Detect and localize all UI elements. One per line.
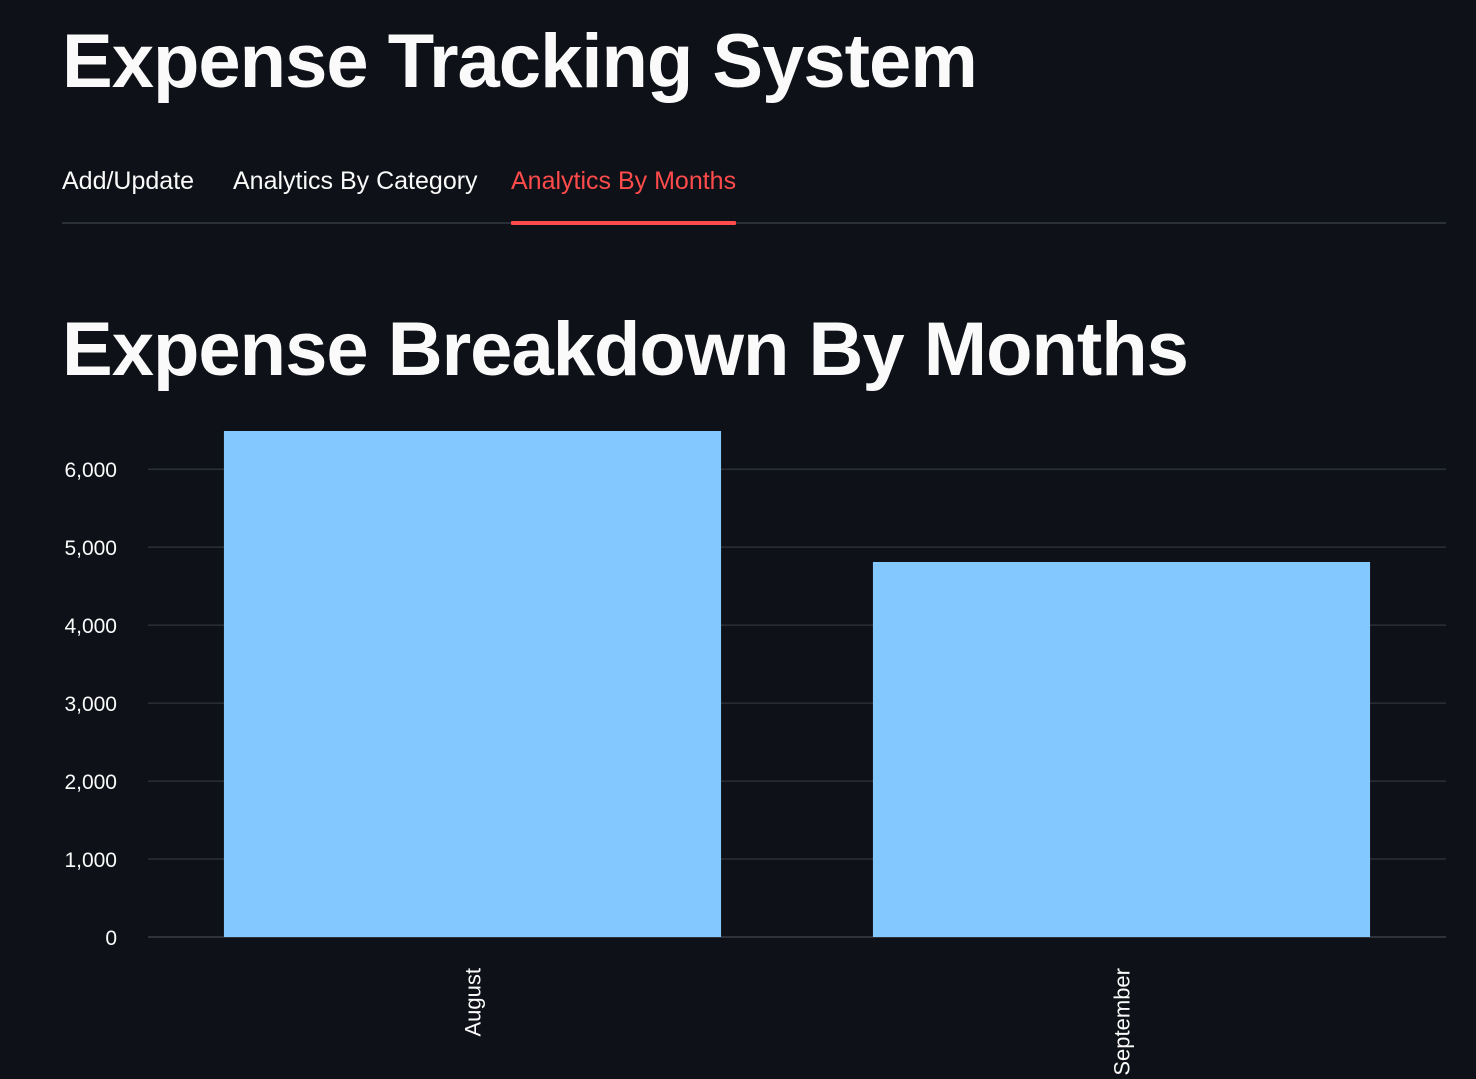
bar-chart: 0 1,000 2,000 3,000 4,000 5,000 6,000 August Sep…	[64, 431, 1446, 1076]
y-tick-label: 1,000	[64, 849, 117, 872]
y-tick-label: 3,000	[64, 693, 117, 716]
x-category-label: September	[1110, 968, 1135, 1076]
y-tick-label: 2,000	[64, 771, 117, 794]
page: Expense Tracking System Add/Update Analy…	[0, 0, 1476, 1079]
y-tick-label: 0	[105, 927, 117, 950]
y-tick-label: 5,000	[64, 537, 117, 560]
y-tick-label: 4,000	[64, 615, 117, 638]
x-category-label: August	[461, 968, 486, 1037]
bar-september	[872, 561, 1371, 937]
bar-august	[223, 431, 722, 937]
y-tick-label: 6,000	[64, 459, 117, 482]
